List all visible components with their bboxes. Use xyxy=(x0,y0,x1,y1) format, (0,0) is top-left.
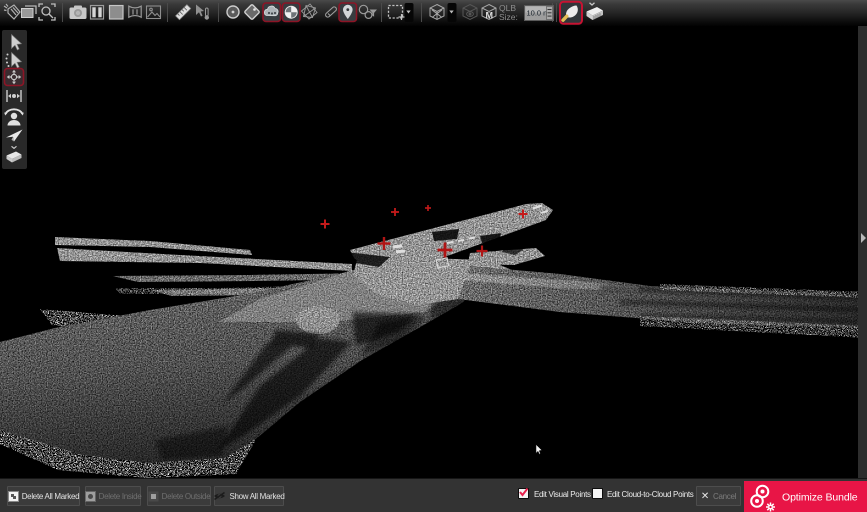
svg-text:M: M xyxy=(486,11,494,21)
svg-text:10.0 m: 10.0 m xyxy=(527,9,550,18)
svg-text:Optimize Bundle: Optimize Bundle xyxy=(782,492,858,504)
svg-text:Size:: Size: xyxy=(499,12,518,22)
